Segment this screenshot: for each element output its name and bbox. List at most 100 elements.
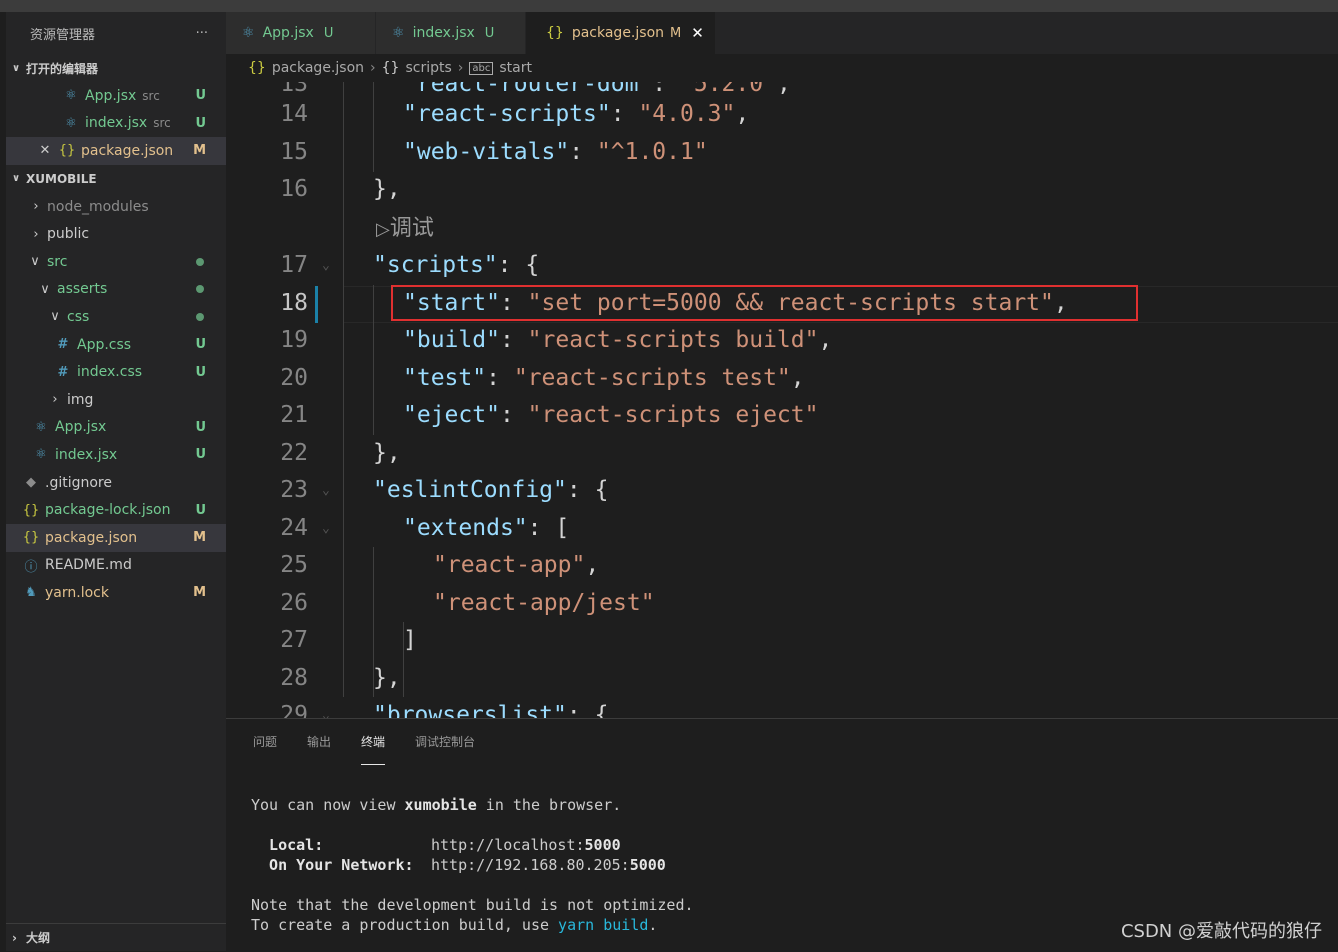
tree-folder[interactable]: ∨ asserts (6, 276, 226, 304)
tree-file[interactable]: {} package-lock.json U (6, 496, 226, 524)
code-line[interactable]: 28}, (226, 660, 1338, 698)
project-section[interactable]: ∨ XUMOBILE (6, 165, 226, 193)
code-line[interactable]: 15 "web-vitals": "^1.0.1" (226, 134, 1338, 172)
code-line[interactable]: 21 "eject": "react-scripts eject" (226, 397, 1338, 435)
code-line[interactable]: 24 ⌄ "extends": [ (226, 510, 1338, 548)
code-line[interactable]: 20 "test": "react-scripts test", (226, 360, 1338, 398)
json-key: react-scripts (416, 101, 597, 127)
tab-package-json[interactable]: {} package.json M ✕ (526, 12, 716, 54)
punctuation: { (594, 477, 609, 503)
quote: " (403, 365, 417, 391)
debug-codelens[interactable]: ▷调试 (376, 210, 434, 247)
folder-name: node_modules (47, 198, 149, 215)
more-actions-button[interactable]: ··· (196, 26, 208, 41)
quote: " (763, 82, 777, 97)
code-text: }, (373, 660, 401, 698)
explorer-header: 资源管理器 ··· (6, 12, 226, 54)
code-line[interactable]: 25 "react-app", (226, 547, 1338, 585)
tree-file[interactable]: # App.css U (6, 331, 226, 359)
code-text: "react-scripts": "4.0.3", (403, 96, 749, 134)
tree-folder[interactable]: › img (6, 386, 226, 414)
code-line[interactable]: 17 ⌄ "scripts": { (226, 247, 1338, 285)
tab-terminal[interactable]: 终端 (361, 719, 386, 765)
punctuation: , (735, 101, 750, 127)
code-line[interactable]: 16}, (226, 171, 1338, 209)
folder-name: asserts (57, 281, 108, 298)
modified-dot (196, 257, 204, 266)
tab-problems[interactable]: 问题 (253, 719, 277, 765)
line-number: 27 (280, 627, 308, 653)
outline-section[interactable]: › 大纲 (6, 923, 226, 951)
terminal-network-port: 5000 (629, 856, 666, 874)
close-icon[interactable]: ✕ (38, 143, 52, 158)
tree-folder[interactable]: ∨ css (6, 303, 226, 331)
terminal-output[interactable]: You can now view xumobile in the browser… (251, 795, 694, 935)
open-editors-section[interactable]: ∨ 打开的编辑器 (6, 54, 226, 82)
tree-file[interactable]: ⚛ App.jsx U (6, 414, 226, 442)
string-icon: abc (469, 61, 494, 75)
quote: " (403, 515, 417, 541)
json-string-value: ^1.0.1 (610, 139, 694, 165)
quote: " (571, 552, 586, 578)
indent-guide (373, 285, 374, 435)
quote: " (721, 101, 736, 127)
quote: " (513, 365, 528, 391)
tab-output[interactable]: 输出 (307, 719, 331, 765)
tree-file[interactable]: # index.css U (6, 358, 226, 386)
breadcrumb-start[interactable]: start (499, 60, 532, 76)
open-editor-item[interactable]: ⚛ index.jsx src U (6, 110, 226, 138)
tab-app-jsx[interactable]: ⚛ App.jsx U (226, 12, 376, 54)
line-number: 26 (280, 590, 308, 616)
code-line[interactable]: 19 "build": "react-scripts build", (226, 322, 1338, 360)
modified-dot (196, 285, 204, 294)
tree-file[interactable]: ♞ yarn.lock M (6, 579, 226, 607)
status-badge: U (195, 364, 206, 380)
tree-file[interactable]: {} package.json M (6, 523, 226, 552)
code-line[interactable]: 29 ⌄ "browserslist": { (226, 697, 1338, 718)
tree-file[interactable]: ⓘ README.md (6, 552, 226, 580)
json-string-value: react-scripts build (541, 327, 805, 353)
terminal-local-url: http://localhost: (431, 836, 585, 854)
quote: " (486, 327, 500, 353)
code-line[interactable]: 23 ⌄ "eslintConfig": { (226, 472, 1338, 510)
status-badge: U (195, 88, 206, 104)
file-name: App.jsx (55, 419, 107, 436)
code-line[interactable]: 26 "react-app/jest" (226, 585, 1338, 623)
tree-folder[interactable]: › node_modules (6, 193, 226, 221)
tab-label: package.json (571, 25, 665, 41)
json-string-value: react-scripts eject (541, 402, 805, 428)
line-number: 19 (280, 327, 308, 353)
fold-chevron-icon[interactable]: ⌄ (322, 697, 330, 718)
colon: : (569, 139, 597, 165)
punctuation: ] (403, 627, 417, 653)
json-key: eject (416, 402, 487, 428)
info-icon: ⓘ (24, 559, 38, 575)
json-key: eslintConfig (386, 477, 554, 503)
fold-chevron-icon[interactable]: ⌄ (322, 247, 330, 285)
fold-chevron-icon[interactable]: ⌄ (322, 472, 330, 510)
open-editor-item[interactable]: ⚛ App.jsx src U (6, 82, 226, 110)
status-badge: U (195, 447, 206, 463)
line-number: 22 (280, 440, 308, 466)
colon: : (652, 82, 680, 97)
close-tab-icon[interactable]: ✕ (691, 24, 704, 42)
quote: " (403, 101, 417, 127)
tree-file[interactable]: ◆ .gitignore (6, 469, 226, 497)
quote: " (553, 702, 567, 718)
status-badge: M (193, 530, 206, 546)
code-line[interactable]: 22}, (226, 435, 1338, 473)
tree-folder[interactable]: › public (6, 220, 226, 248)
fold-chevron-icon[interactable]: ⌄ (322, 510, 330, 548)
open-editor-item[interactable]: ✕ {} package.json M (6, 137, 226, 165)
code-line[interactable]: 27] (226, 622, 1338, 660)
code-line[interactable]: 14 "react-scripts": "4.0.3", (226, 96, 1338, 134)
tab-index-jsx[interactable]: ⚛ index.jsx U (376, 12, 526, 54)
tree-folder[interactable]: ∨ src (6, 248, 226, 276)
breadcrumb-file[interactable]: package.json (272, 60, 364, 76)
breadcrumb-scripts[interactable]: scripts (405, 60, 451, 76)
quote: " (373, 702, 387, 718)
tree-file[interactable]: ⚛ index.jsx U (6, 441, 226, 469)
tab-debug-console[interactable]: 调试控制台 (415, 719, 475, 765)
file-name: package.json (81, 142, 174, 159)
code-editor[interactable]: ▷调试 13 "react-router-dom": "5.2.0", 14 "rea… (226, 82, 1338, 718)
